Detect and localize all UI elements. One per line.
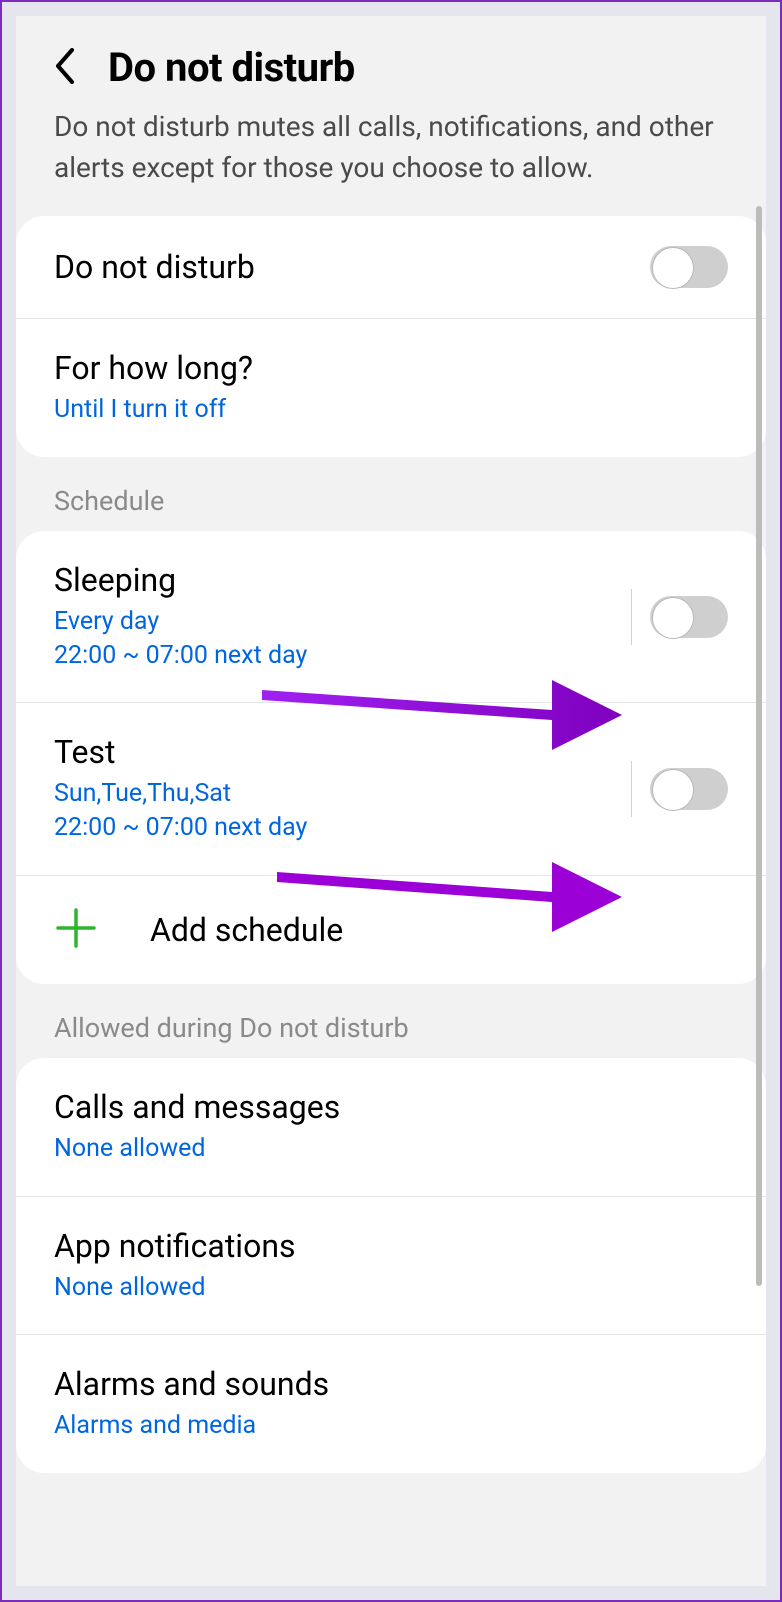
schedule-card: Sleeping Every day 22:00 ~ 07:00 next da… (16, 531, 766, 984)
dnd-toggle-label: Do not disturb (54, 248, 650, 286)
schedule-title: Test (54, 733, 631, 771)
divider (631, 589, 632, 645)
alarms-sounds-row[interactable]: Alarms and sounds Alarms and media (16, 1335, 766, 1473)
schedule-title: Sleeping (54, 561, 631, 599)
schedule-item-sleeping[interactable]: Sleeping Every day 22:00 ~ 07:00 next da… (16, 531, 766, 704)
calls-messages-row[interactable]: Calls and messages None allowed (16, 1058, 766, 1197)
row-title: Calls and messages (54, 1088, 728, 1126)
page-description: Do not disturb mutes all calls, notifica… (16, 107, 766, 216)
dnd-toggle[interactable] (650, 246, 728, 288)
schedule-item-test[interactable]: Test Sun,Tue,Thu,Sat 22:00 ~ 07:00 next … (16, 703, 766, 876)
sleeping-toggle[interactable] (650, 596, 728, 638)
duration-value: Until I turn it off (54, 393, 728, 427)
page-title: Do not disturb (108, 44, 355, 91)
schedule-time: 22:00 ~ 07:00 next day (54, 811, 631, 845)
allowed-card: Calls and messages None allowed App noti… (16, 1058, 766, 1473)
app-notifications-row[interactable]: App notifications None allowed (16, 1197, 766, 1336)
add-schedule-label: Add schedule (150, 911, 343, 949)
divider (631, 761, 632, 817)
dnd-toggle-row[interactable]: Do not disturb (16, 216, 766, 319)
test-toggle[interactable] (650, 768, 728, 810)
scrollbar[interactable] (756, 206, 762, 1286)
schedule-days: Sun,Tue,Thu,Sat (54, 777, 631, 811)
row-title: App notifications (54, 1227, 728, 1265)
schedule-section-label: Schedule (16, 457, 766, 531)
plus-icon (54, 906, 98, 954)
allowed-section-label: Allowed during Do not disturb (16, 984, 766, 1058)
schedule-time: 22:00 ~ 07:00 next day (54, 639, 631, 673)
add-schedule-row[interactable]: Add schedule (16, 876, 766, 984)
back-icon[interactable] (50, 46, 82, 90)
row-sub: Alarms and media (54, 1409, 728, 1443)
duration-label: For how long? (54, 349, 728, 387)
schedule-days: Every day (54, 605, 631, 639)
main-card: Do not disturb For how long? Until I tur… (16, 216, 766, 457)
duration-row[interactable]: For how long? Until I turn it off (16, 319, 766, 457)
row-title: Alarms and sounds (54, 1365, 728, 1403)
row-sub: None allowed (54, 1271, 728, 1305)
row-sub: None allowed (54, 1132, 728, 1166)
